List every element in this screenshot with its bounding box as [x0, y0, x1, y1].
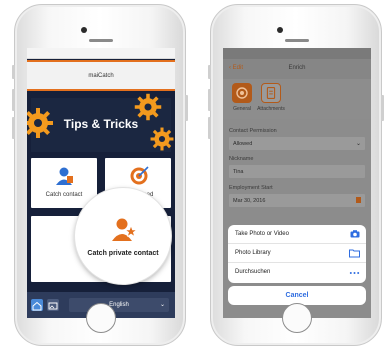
banner-title: Tips & Tricks [63, 117, 139, 131]
mute-switch [12, 65, 15, 79]
employment-start-field[interactable]: Mar 30, 2016 [229, 194, 365, 207]
tile-catch-contact[interactable]: Catch contact [31, 158, 97, 208]
field-label: Contact Permission [229, 128, 277, 134]
chevron-down-icon: ⌄ [355, 141, 361, 147]
status-bar [223, 48, 371, 59]
left-app-screen: maiCatch Tips & Tricks Catch contact Cat… [27, 48, 175, 318]
field-label: Employment Start [229, 185, 273, 191]
language-select[interactable]: English ⌄ [69, 298, 169, 312]
tile-label: Catch contact [45, 192, 83, 198]
tips-banner[interactable]: Tips & Tricks [27, 93, 174, 152]
app-title: maiCatch [88, 72, 114, 79]
volume-up-button [12, 89, 15, 111]
home-icon[interactable] [31, 299, 43, 311]
field-value: Mar 30, 2016 [233, 197, 266, 204]
phone-left: maiCatch Tips & Tricks Catch contact Cat… [12, 4, 188, 346]
power-button [185, 95, 188, 121]
mute-switch [208, 65, 211, 79]
option-label: Durchsuchen [235, 269, 271, 275]
volume-down-button [12, 117, 15, 139]
app-header: maiCatch [27, 60, 175, 91]
folder-icon [349, 249, 360, 258]
tab-strip: General Attachments [223, 79, 371, 119]
right-app-screen: ‹ Edit Enrich General Attachments Contac… [223, 48, 371, 318]
power-button [381, 95, 384, 121]
contact-permission-select[interactable]: Allowed ⌄ [229, 137, 365, 150]
field-value: Allowed [233, 140, 253, 147]
home-button[interactable] [282, 303, 312, 333]
paperclip-icon [266, 87, 276, 99]
home-glyph-icon [32, 301, 42, 311]
private-contact-icon [112, 218, 137, 241]
status-bar [27, 48, 175, 59]
field-label: Nickname [229, 156, 254, 162]
camera-icon [350, 230, 360, 238]
speaker-grille [285, 39, 309, 42]
nickname-field[interactable]: Tina [229, 165, 365, 178]
option-take-photo[interactable]: Take Photo or Video [228, 225, 366, 244]
front-camera-icon [277, 27, 283, 33]
catch-private-contact-magnifier[interactable]: Catch private contact [75, 188, 171, 284]
camera-icon [236, 87, 248, 99]
gallery-icon[interactable] [47, 299, 59, 311]
speaker-grille [89, 39, 113, 42]
front-camera-icon [81, 27, 87, 33]
tab-attachments[interactable] [261, 83, 281, 103]
image-glyph-icon [48, 302, 58, 310]
option-browse[interactable]: Durchsuchen [228, 263, 366, 282]
nav-title: Enrich [288, 65, 306, 71]
volume-down-button [208, 117, 211, 139]
more-icon [349, 272, 360, 274]
home-button[interactable] [86, 303, 116, 333]
chevron-down-icon: ⌄ [159, 302, 165, 308]
tab-general[interactable] [232, 83, 252, 103]
action-sheet: Take Photo or Video Photo Library Durchs… [228, 225, 366, 283]
tab-general-label: General [233, 106, 251, 112]
magnifier-label: Catch private contact [87, 250, 159, 257]
cancel-label: Cancel [285, 292, 309, 299]
field-value: Tina [233, 168, 244, 175]
option-photo-library[interactable]: Photo Library [228, 244, 366, 263]
contact-person-icon [56, 167, 73, 185]
option-label: Photo Library [235, 250, 271, 256]
option-label: Take Photo or Video [235, 231, 289, 237]
tab-attachments-label: Attachments [257, 106, 285, 112]
calendar-icon [356, 197, 361, 203]
volume-up-button [208, 89, 211, 111]
phone-right: ‹ Edit Enrich General Attachments Contac… [208, 4, 384, 346]
navigation-bar: ‹ Edit Enrich [223, 59, 371, 79]
target-icon [130, 166, 149, 185]
